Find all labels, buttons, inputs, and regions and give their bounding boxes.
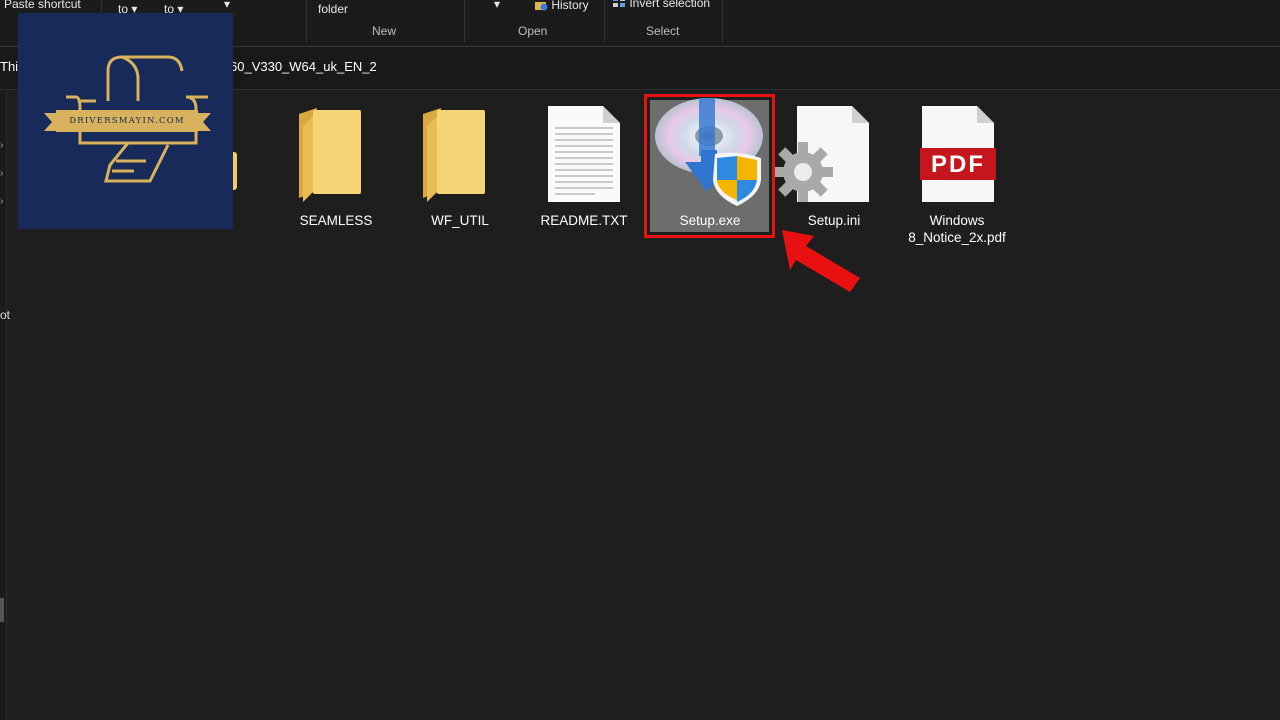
- nav-item-fragment[interactable]: ot: [0, 308, 10, 322]
- invert-selection-icon: [613, 0, 625, 7]
- history-button[interactable]: History: [534, 0, 589, 12]
- file-name: WF_UTIL: [431, 213, 489, 228]
- watermark-logo: DRIVERSMAYIN.COM: [18, 13, 233, 229]
- pdf-file-icon: PDF: [920, 106, 996, 202]
- file-item-setup-exe[interactable]: Setup.exe: [651, 96, 769, 246]
- chevron-down-icon[interactable]: ▾: [494, 0, 500, 11]
- file-name: README.TXT: [540, 213, 628, 228]
- navigation-pane[interactable]: [0, 90, 7, 720]
- file-name: Setup.exe: [679, 213, 741, 228]
- chevron-right-icon[interactable]: ›: [0, 168, 3, 179]
- paste-shortcut-button[interactable]: Paste shortcut: [4, 0, 81, 11]
- chevron-right-icon[interactable]: ›: [0, 140, 3, 151]
- chevron-down-icon[interactable]: ▾: [224, 0, 230, 11]
- history-icon: [535, 2, 548, 11]
- divider: [722, 0, 723, 42]
- folder-icon: [423, 108, 485, 202]
- folder-icon: [299, 108, 361, 202]
- divider: [604, 0, 605, 42]
- file-item-readme[interactable]: README.TXT: [525, 96, 643, 246]
- config-file-icon: [775, 106, 869, 202]
- pointer-arrow-icon: [782, 230, 860, 292]
- invert-selection-button[interactable]: Invert selection: [612, 0, 710, 10]
- watermark-text: DRIVERSMAYIN.COM: [69, 116, 185, 126]
- divider: [306, 0, 307, 42]
- text-document-icon: [548, 106, 620, 202]
- group-select-label: Select: [646, 24, 680, 38]
- divider: [464, 0, 465, 42]
- group-new-label: New: [372, 24, 397, 38]
- new-folder-button[interactable]: folder: [318, 2, 348, 16]
- scrollbar-thumb[interactable]: [0, 598, 4, 622]
- group-open-label: Open: [518, 24, 548, 38]
- installer-cd-icon: [655, 98, 763, 206]
- file-item-seamless[interactable]: SEAMLESS: [277, 96, 395, 246]
- pdf-badge: PDF: [931, 151, 985, 178]
- file-name: Windows 8_Notice_2x.pdf: [908, 213, 1006, 245]
- chevron-right-icon[interactable]: ›: [0, 196, 3, 207]
- file-item-pdf[interactable]: PDF Windows 8_Notice_2x.pdf: [898, 96, 1016, 246]
- breadcrumb-current-folder[interactable]: 60_V330_W64_uk_EN_2: [230, 59, 377, 74]
- gear-icon: [775, 142, 833, 202]
- file-name: SEAMLESS: [299, 213, 373, 228]
- file-item-wf-util[interactable]: WF_UTIL: [401, 96, 519, 246]
